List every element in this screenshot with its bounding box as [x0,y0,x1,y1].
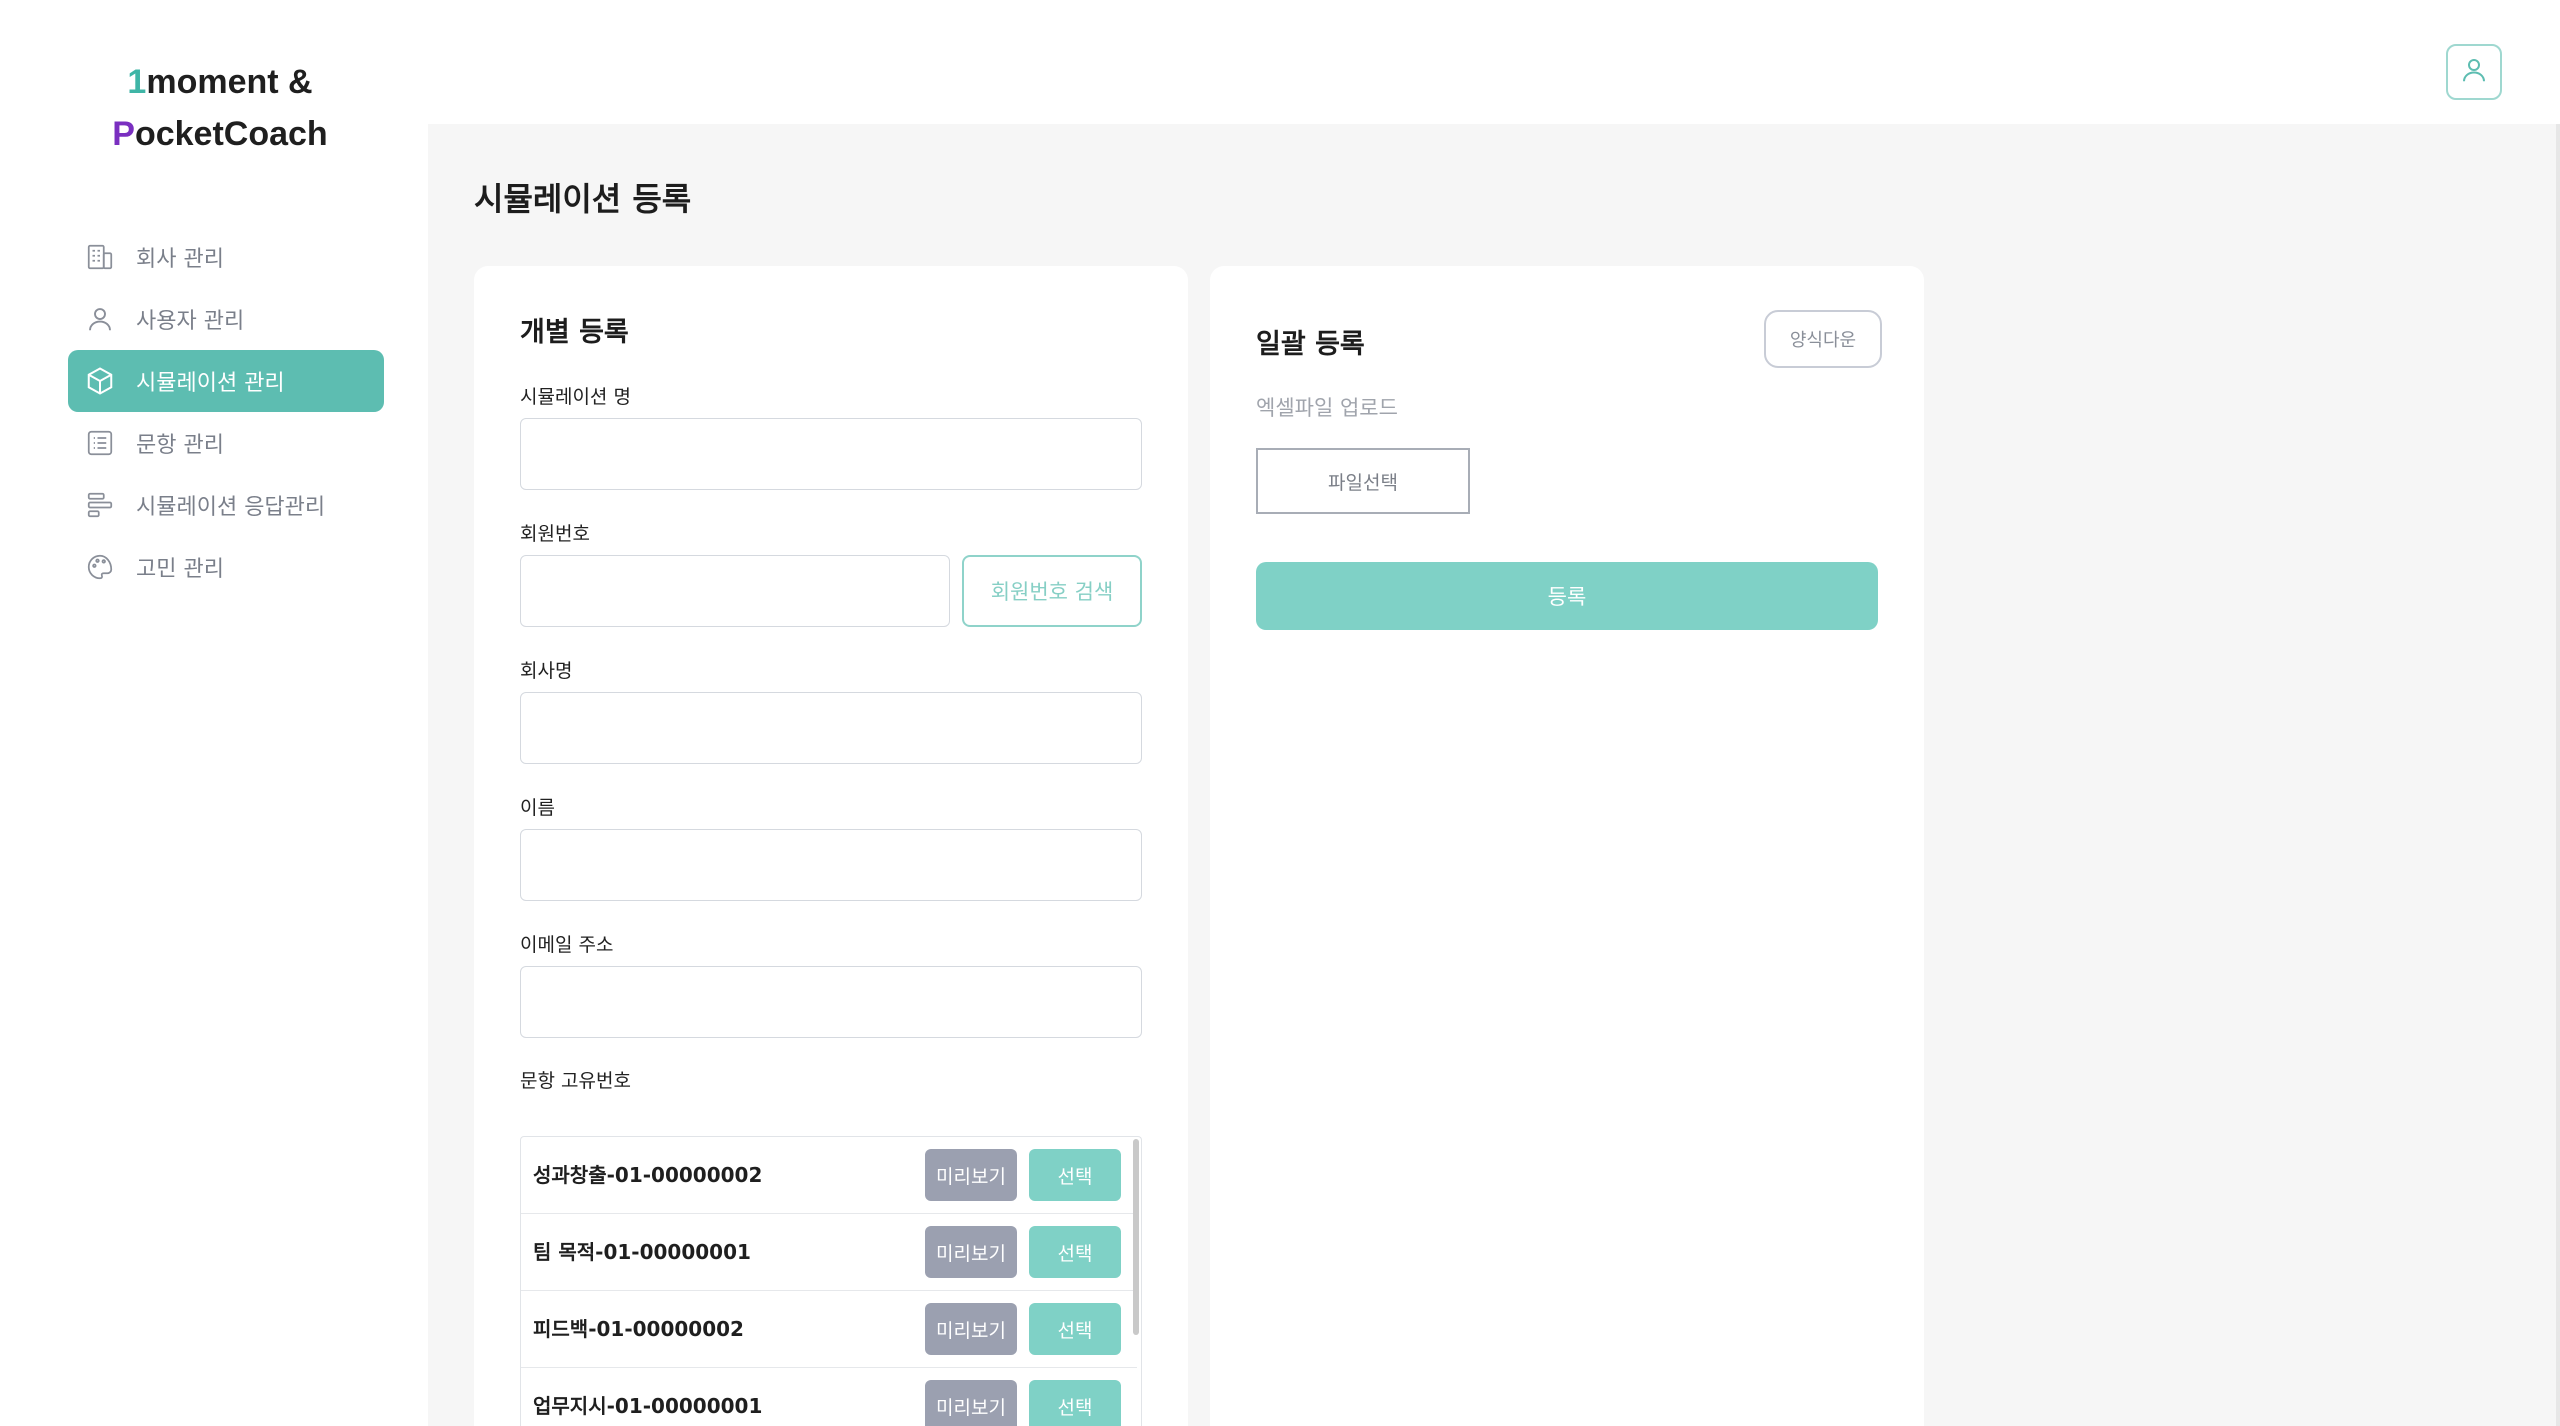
company-input[interactable] [520,692,1142,764]
bulk-register-button[interactable]: 등록 [1256,562,1878,630]
sidebar-item-simulation[interactable]: 시뮬레이션 관리 [68,350,384,412]
sidebar-item-label: 사용자 관리 [136,309,245,334]
bars-icon [84,489,116,521]
question-code: 업무지시-01-00000001 [533,1394,763,1418]
page-scrollbar[interactable] [2556,124,2560,1426]
select-button[interactable]: 선택 [1029,1380,1121,1426]
preview-button[interactable]: 미리보기 [925,1149,1017,1201]
app-logo[interactable]: 1moment & PocketCoach [0,56,440,160]
user-icon [84,303,116,335]
file-select-button[interactable]: 파일선택 [1256,448,1470,514]
profile-button[interactable] [2446,44,2502,100]
sidebar-item-concerns[interactable]: 고민 관리 [68,536,384,598]
logo-accent-2: P [112,115,135,153]
email-label: 이메일 주소 [520,934,614,956]
sidebar-item-responses[interactable]: 시뮬레이션 응답관리 [68,474,384,536]
sidebar-nav: 회사 관리 사용자 관리 시뮬레이션 관리 문항 관리 시뮬레이션 응답관리 고… [68,226,384,598]
question-row: 팀 목적-01-00000001 미리보기 선택 [521,1214,1137,1291]
member-no-input[interactable] [520,555,950,627]
question-code: 성과창출-01-00000002 [533,1163,763,1187]
preview-button[interactable]: 미리보기 [925,1380,1017,1426]
sidebar: 1moment & PocketCoach 회사 관리 사용자 관리 시뮬레이션… [0,0,428,1426]
building-icon [84,241,116,273]
sidebar-item-label: 고민 관리 [136,557,224,582]
cube-icon [84,365,116,397]
logo-text-line2: ocketCoach [134,115,328,153]
question-list-scrollbar[interactable] [1133,1139,1139,1335]
main-content: 시뮬레이션 등록 개별 등록 시뮬레이션 명 회원번호 회원번호 검색 회사명 … [428,124,2560,1426]
question-row: 업무지시-01-00000001 미리보기 선택 [521,1368,1137,1426]
sidebar-item-label: 문항 관리 [136,433,224,458]
bulk-registration-card: 일괄 등록 양식다운 엑셀파일 업로드 파일선택 등록 [1210,266,1924,1426]
select-button[interactable]: 선택 [1029,1303,1121,1355]
bulk-title: 일괄 등록 [1256,329,1365,360]
sidebar-item-label: 회사 관리 [136,247,224,272]
palette-icon [84,551,116,583]
individual-title: 개별 등록 [520,317,629,348]
user-icon [2459,55,2489,89]
name-input[interactable] [520,829,1142,901]
question-code: 팀 목적-01-00000001 [533,1240,751,1264]
template-download-button[interactable]: 양식다운 [1764,310,1882,368]
member-search-button[interactable]: 회원번호 검색 [962,555,1142,627]
simulation-name-label: 시뮬레이션 명 [520,386,631,408]
list-icon [84,427,116,459]
select-button[interactable]: 선택 [1029,1226,1121,1278]
sidebar-item-company[interactable]: 회사 관리 [68,226,384,288]
question-code: 피드백-01-00000002 [533,1317,744,1341]
excel-upload-label: 엑셀파일 업로드 [1256,396,1398,420]
sidebar-item-label: 시뮬레이션 응답관리 [136,495,326,520]
preview-button[interactable]: 미리보기 [925,1226,1017,1278]
logo-text-line1: moment & [146,63,313,101]
sidebar-item-users[interactable]: 사용자 관리 [68,288,384,350]
preview-button[interactable]: 미리보기 [925,1303,1017,1355]
logo-accent-1: 1 [127,63,147,101]
question-list[interactable]: 성과창출-01-00000002 미리보기 선택 팀 목적-01-0000000… [520,1136,1142,1426]
page-title: 시뮬레이션 등록 [474,180,692,218]
sidebar-item-label: 시뮬레이션 관리 [136,371,285,396]
individual-registration-card: 개별 등록 시뮬레이션 명 회원번호 회원번호 검색 회사명 이름 이메일 주소… [474,266,1188,1426]
simulation-name-input[interactable] [520,418,1142,490]
email-input[interactable] [520,966,1142,1038]
question-row: 피드백-01-00000002 미리보기 선택 [521,1291,1137,1368]
sidebar-item-questions[interactable]: 문항 관리 [68,412,384,474]
name-label: 이름 [520,797,555,819]
question-row: 성과창출-01-00000002 미리보기 선택 [521,1137,1137,1214]
select-button[interactable]: 선택 [1029,1149,1121,1201]
question-id-label: 문항 고유번호 [520,1070,631,1092]
company-label: 회사명 [520,660,573,682]
member-no-label: 회원번호 [520,523,590,545]
